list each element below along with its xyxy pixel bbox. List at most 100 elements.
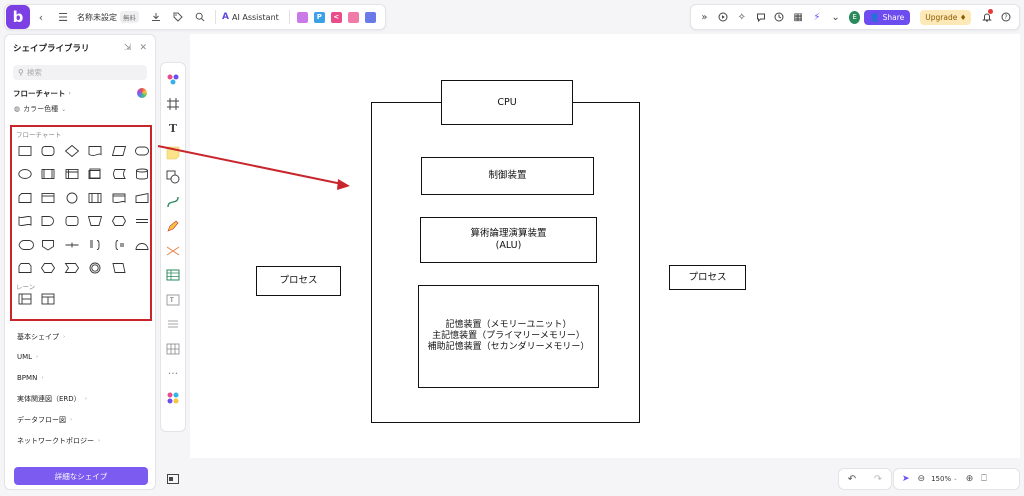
library-search-input[interactable] — [26, 68, 137, 77]
chevron-down-icon[interactable]: ⌄ — [953, 476, 958, 482]
more-icon[interactable]: ··· — [163, 361, 183, 386]
sticker-app-icon[interactable] — [347, 11, 359, 23]
share-app-icon[interactable]: < — [330, 11, 342, 23]
ai-assistant-button[interactable]: A AI Assistant — [222, 12, 279, 22]
node-alu[interactable]: 算術論理演算装置 (ALU) — [420, 217, 597, 263]
internal-storage-shape[interactable] — [60, 163, 84, 187]
upgrade-button[interactable]: Upgrade ♦ — [920, 9, 972, 25]
card-shape[interactable] — [13, 186, 37, 210]
off-page-shape[interactable] — [37, 233, 61, 257]
process-shape[interactable] — [13, 139, 37, 163]
pointer-icon[interactable]: ➤ — [902, 474, 910, 484]
connector-icon[interactable] — [163, 190, 183, 215]
library-category-item[interactable]: BPMN › — [17, 374, 44, 382]
redo-icon[interactable]: ↷ — [874, 474, 882, 485]
board-app-icon[interactable] — [364, 11, 376, 23]
manual-input-shape[interactable] — [131, 186, 155, 210]
color-type-selector[interactable]: ◍ カラー色種 ⌄ — [5, 102, 155, 116]
clock-icon[interactable] — [772, 9, 787, 26]
loop-limit-shape[interactable] — [13, 257, 37, 281]
brace-right-shape[interactable] — [84, 233, 108, 257]
half-circle-shape[interactable] — [131, 233, 155, 257]
library-category-item[interactable]: データフロー図 › — [17, 415, 72, 425]
tape-shape[interactable] — [107, 186, 131, 210]
parallelogram-shape[interactable] — [107, 257, 131, 281]
download-icon[interactable] — [147, 8, 165, 26]
undo-icon[interactable]: ↶ — [848, 474, 856, 485]
decision-shape[interactable] — [60, 139, 84, 163]
avatar[interactable]: E — [849, 10, 861, 24]
vertical-lane-shape[interactable] — [37, 291, 61, 307]
step-shape[interactable] — [60, 257, 84, 281]
help-icon[interactable]: ? — [998, 9, 1013, 26]
document-title[interactable]: 名称未設定 — [77, 12, 117, 23]
apps-icon[interactable] — [163, 386, 183, 411]
chevron-down-icon[interactable]: ⌄ — [828, 9, 843, 26]
back-icon[interactable]: ‹ — [32, 8, 50, 26]
manual-op-trapezoid-shape[interactable] — [84, 210, 108, 234]
delay-shape[interactable] — [37, 210, 61, 234]
table-icon[interactable] — [163, 263, 183, 288]
stored-data-shape[interactable] — [107, 163, 131, 187]
magic-icon[interactable]: ⚡ — [810, 9, 825, 26]
expand-icon[interactable]: » — [697, 9, 712, 26]
multi-document-shape[interactable] — [84, 163, 108, 187]
hexagon-shape[interactable] — [37, 257, 61, 281]
ellipse-shape[interactable] — [13, 163, 37, 187]
templates-icon[interactable] — [163, 67, 183, 92]
rounded-rect-shape[interactable] — [37, 139, 61, 163]
database-shape[interactable] — [131, 163, 155, 187]
collapse-icon[interactable]: ⇲ — [124, 43, 132, 53]
display-shape[interactable] — [13, 233, 37, 257]
text-block-icon[interactable]: T — [163, 288, 183, 313]
book-icon[interactable]: ⎕ — [981, 474, 986, 484]
node-process-left[interactable]: プロセス — [256, 266, 341, 296]
pen-icon[interactable] — [163, 214, 183, 239]
gift-icon[interactable]: ▦ — [791, 9, 806, 26]
brace-left-shape[interactable] — [107, 233, 131, 257]
node-memory-unit[interactable]: 記憶装置（メモリーユニット） 主記憶装置（プライマリーメモリー） 補助記憶装置（… — [418, 285, 599, 388]
circle-shape[interactable] — [60, 186, 84, 210]
horizontal-line-shape[interactable] — [131, 210, 155, 234]
sticky-note-icon[interactable] — [163, 141, 183, 166]
share-button[interactable]: 👤 Share — [864, 9, 911, 25]
predefined-process-shape[interactable] — [37, 163, 61, 187]
zoom-in-icon[interactable]: ⊕ — [966, 474, 974, 484]
junction-arrow-shape[interactable] — [60, 233, 84, 257]
library-category-item[interactable]: UML › — [17, 353, 38, 361]
terminator-shape[interactable] — [131, 139, 155, 163]
search-icon[interactable] — [191, 8, 209, 26]
node-control-unit[interactable]: 制御装置 — [421, 157, 594, 195]
tag-icon[interactable] — [169, 8, 187, 26]
play-icon[interactable] — [716, 9, 731, 26]
library-category-item[interactable]: 実体関連図（ERD） › — [17, 394, 87, 404]
subroutine-shape[interactable] — [37, 186, 61, 210]
shapes-icon[interactable] — [163, 165, 183, 190]
node-process-right[interactable]: プロセス — [669, 265, 746, 290]
grid-icon[interactable] — [163, 337, 183, 362]
alternate-process-shape[interactable] — [60, 210, 84, 234]
close-icon[interactable]: ✕ — [139, 43, 147, 53]
category-flowchart-header[interactable]: フローチャート › — [5, 84, 155, 102]
data-shape[interactable] — [107, 139, 131, 163]
comment-icon[interactable] — [753, 9, 768, 26]
menu-icon[interactable]: ☰ — [54, 8, 72, 26]
app-logo[interactable]: b — [6, 5, 30, 29]
mindmap-icon[interactable] — [163, 239, 183, 264]
paper-tape-shape[interactable] — [13, 210, 37, 234]
horizontal-lane-shape[interactable] — [13, 291, 37, 307]
image-app-icon[interactable] — [296, 11, 308, 23]
notification-bell-icon[interactable] — [979, 8, 994, 26]
more-shapes-button[interactable]: 詳細なシェイプ — [14, 467, 148, 485]
hexagon-preparation-shape[interactable] — [107, 210, 131, 234]
celebrate-icon[interactable]: ✧ — [735, 9, 750, 26]
document-shape[interactable] — [84, 139, 108, 163]
minimap-icon[interactable] — [163, 470, 183, 488]
zoom-level[interactable]: 150% — [931, 475, 951, 483]
manual-operation-shape[interactable] — [84, 186, 108, 210]
list-icon[interactable] — [163, 312, 183, 337]
node-cpu[interactable]: CPU — [441, 80, 573, 125]
zoom-out-icon[interactable]: ⊖ — [918, 474, 926, 484]
double-circle-shape[interactable] — [84, 257, 108, 281]
library-category-item[interactable]: 基本シェイプ › — [17, 332, 65, 342]
